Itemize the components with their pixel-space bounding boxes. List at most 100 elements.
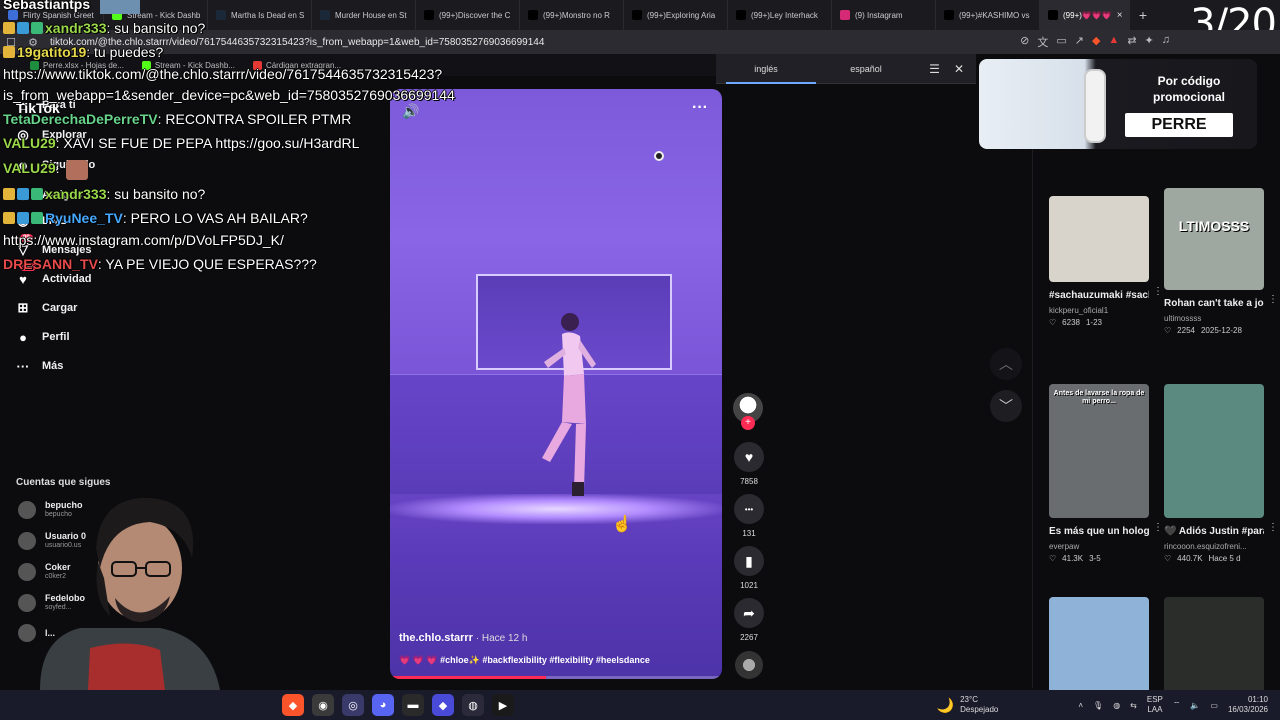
video-progress-bar[interactable] [390, 676, 722, 679]
discord-icon[interactable]: ◕ [372, 694, 394, 716]
media-icon[interactable]: ♫ [1162, 34, 1170, 50]
more-options-icon[interactable]: ⋮ [1153, 522, 1163, 533]
clock[interactable]: 01:10 16/03/2026 [1228, 695, 1268, 715]
chevron-up-icon[interactable]: ˄ [1078, 701, 1083, 710]
save-action[interactable]: ▮ 1021 [730, 546, 768, 590]
video-thumbnail[interactable]: Antes de lavarse la ropa de mi perro... [1049, 384, 1149, 518]
video-card[interactable]: LTIMOSSS Rohan can't take a joke #jojo #e… [1164, 188, 1278, 335]
mic-icon[interactable]: 🎙 [1093, 701, 1103, 710]
nav-item-following[interactable]: ☻ Siguiendo [14, 156, 95, 174]
bookmark-page-icon[interactable]: ☐ [0, 36, 22, 49]
previous-video-button[interactable]: ︿ [990, 348, 1022, 380]
browser-tab[interactable]: (99+)Discover the C [416, 0, 520, 30]
app-icon[interactable]: ◉ [312, 694, 334, 716]
sync-icon[interactable]: ⇄ [1127, 34, 1136, 50]
video-card[interactable]: 🖤 Adiós Justin #paratiiiiiiiiiiiiiiiiii.… [1164, 384, 1278, 563]
video-username[interactable]: everpaw [1049, 542, 1149, 551]
video-card[interactable]: #sachauzumaki #sachauzumakicl... kickperu… [1049, 196, 1163, 327]
terminal-icon[interactable]: ▬ [402, 694, 424, 716]
new-tab-button[interactable]: + [1130, 7, 1156, 23]
steam-icon[interactable]: ◍ [462, 694, 484, 716]
volume-icon[interactable]: 🔈 [1190, 701, 1200, 710]
browser-tab[interactable]: Stream - Kick Dashb [104, 0, 208, 30]
cast-icon[interactable]: ▭ [1056, 34, 1066, 50]
more-options-icon[interactable]: ⋮ [1153, 286, 1163, 297]
share-page-icon[interactable]: ↗ [1075, 34, 1084, 50]
video-title[interactable]: Rohan can't take a joke #jojo #edit... [1164, 296, 1264, 311]
bookmark-item[interactable]: Perre.xlsx - Hojas de... [30, 60, 124, 70]
video-username[interactable]: rincooon.esquizofreni... [1164, 542, 1264, 551]
author-name[interactable]: the.chlo.starrr [399, 632, 473, 644]
no-translate-icon[interactable]: ⊘ [1020, 34, 1029, 50]
nav-item-home[interactable]: ⌂ Para ti [14, 96, 76, 114]
video-username[interactable]: ultimossss [1164, 314, 1264, 323]
follow-plus-button[interactable]: + [741, 416, 755, 430]
battery-icon[interactable]: ▭ [1210, 701, 1218, 710]
brave-shield-icon[interactable]: ◆ [1092, 34, 1100, 50]
video-author[interactable]: the.chlo.starrr · Hace 12 h [399, 632, 527, 644]
video-title[interactable]: Es más que un holograma, es su... [1049, 524, 1149, 539]
nav-item-messages[interactable]: ▽ 99 Mensajes [14, 234, 92, 259]
more-options-icon[interactable]: ⋮ [1268, 522, 1278, 533]
video-card[interactable]: Antes de lavarse la ropa de mi perro... E… [1049, 384, 1163, 563]
browser-tab[interactable]: Martha Is Dead en S [208, 0, 312, 30]
video-caption[interactable]: 💗 💗 💗 #chloe✨ #backflexibility #flexibil… [399, 655, 650, 666]
next-video-button[interactable]: ﹀ [990, 390, 1022, 422]
extensions-icon[interactable]: ✦ [1145, 34, 1154, 50]
video-thumbnail[interactable] [1164, 384, 1264, 518]
heart-icon[interactable]: ♥ [734, 442, 764, 472]
close-icon[interactable]: ✕ [954, 62, 964, 76]
bookmark-item[interactable]: Stream - Kick Dashb... [141, 60, 235, 70]
browser-tab[interactable]: (99+)Ley Interhack [728, 0, 832, 30]
browser-tab[interactable]: (99+)Exploring Aria [624, 0, 728, 30]
nav-item-live[interactable]: ◉ LIVE [14, 212, 66, 230]
language-indicator[interactable]: ESP LAA [1147, 695, 1163, 715]
video-card[interactable] [1049, 597, 1149, 697]
obs-icon[interactable]: ◎ [342, 694, 364, 716]
more-options-icon[interactable]: ··· [692, 99, 708, 117]
video-title[interactable]: 🖤 Adiós Justin #paratiiiiiiiiiiiiiiiiii.… [1164, 524, 1264, 539]
nav-item-compass[interactable]: ◎ Explorar [14, 126, 86, 144]
video-thumbnail[interactable]: LTIMOSSS [1164, 188, 1264, 290]
browser-tab[interactable]: (99+)Monstro no R [520, 0, 624, 30]
nav-item-profile[interactable]: ● Perfil [14, 328, 69, 346]
nav-item-more[interactable]: ··· Más [14, 357, 64, 375]
browser-tab[interactable]: (9) Instagram [832, 0, 936, 30]
sound-disc-icon[interactable] [735, 651, 763, 679]
site-info-icon[interactable]: ⚙ [22, 36, 44, 49]
menu-icon[interactable]: ☰ [929, 62, 940, 76]
close-icon[interactable]: × [1117, 10, 1123, 21]
browser-tab[interactable]: Murder House en St [312, 0, 416, 30]
weather-widget[interactable]: 🌙 23°C Despejado [937, 695, 999, 715]
sync-icon[interactable]: ⇆ [1130, 701, 1137, 710]
nav-item-activity[interactable]: ♥ 99+ Actividad [14, 263, 92, 288]
app-icon[interactable]: ◆ [432, 694, 454, 716]
volume-icon[interactable]: 🔊 [402, 103, 419, 120]
video-thumbnail[interactable] [1049, 196, 1149, 282]
like-action[interactable]: ♥ 7858 [730, 442, 768, 486]
translate-source-tab[interactable]: inglés [716, 54, 816, 84]
translate-icon[interactable]: 文 [1037, 34, 1048, 50]
kick-icon[interactable]: ▶ [492, 694, 514, 716]
translate-target-tab[interactable]: español [816, 54, 916, 84]
bookmark-item[interactable]: Cárdigan extragran... [252, 60, 341, 70]
nav-item-upload[interactable]: ⊞ Cargar [14, 299, 78, 317]
video-player[interactable]: 🔊 ··· the.chlo.starrr · Hace 12 h 💗 💗 💗 … [390, 89, 722, 679]
video-thumbnail[interactable] [1049, 597, 1149, 697]
video-title[interactable]: #sachauzumaki #sachauzumakicl... [1049, 288, 1149, 303]
video-thumbnail[interactable] [1164, 597, 1264, 697]
comment-icon[interactable]: ••• [734, 494, 764, 524]
browser-tab[interactable]: (99+)💗💗💗 × [1040, 0, 1130, 30]
browser-tab[interactable]: Flirty Spanish Greet [0, 0, 104, 30]
brave-icon[interactable]: ◆ [282, 694, 304, 716]
video-card[interactable] [1164, 597, 1264, 697]
url-field[interactable]: tiktok.com/@the.chlo.starrr/video/761754… [50, 37, 544, 48]
more-options-icon[interactable]: ⋮ [1268, 294, 1278, 305]
rewards-icon[interactable]: ▲ [1108, 34, 1119, 50]
network-icon[interactable]: ◍ [1113, 701, 1120, 710]
nav-item-friends[interactable]: ☺ Amigos [14, 186, 82, 204]
wifi-icon[interactable]: ⌔ [1173, 700, 1181, 710]
share-icon[interactable]: ➦ [734, 598, 764, 628]
comment-action[interactable]: ••• 131 [730, 494, 768, 538]
share-action[interactable]: ➦ 2267 [730, 598, 768, 642]
